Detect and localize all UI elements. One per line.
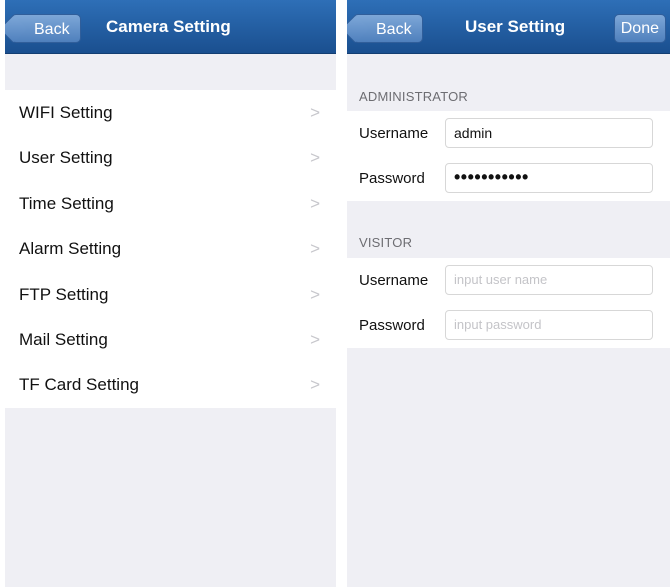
back-button-label: Back <box>376 21 412 38</box>
settings-list: WIFI Setting > User Setting > Time Setti… <box>5 90 336 408</box>
chevron-right-icon: > <box>310 103 320 122</box>
chevron-right-icon: > <box>310 329 320 349</box>
list-item-wifi-setting[interactable]: WIFI Setting > <box>5 90 336 135</box>
list-item-user-setting[interactable]: User Setting > <box>5 135 336 180</box>
page-title: User Setting <box>465 17 566 36</box>
admin-password-value: ••••••••••• <box>454 167 529 187</box>
chevron-right-icon: > <box>310 148 320 168</box>
list-item-time-setting[interactable]: Time Setting > <box>5 181 336 226</box>
administrator-form: Username admin Password ••••••••••• <box>347 111 670 201</box>
visitor-form: Username input user name Password input … <box>347 258 670 348</box>
visitor-username-placeholder: input user name <box>454 272 548 287</box>
back-button[interactable]: Back <box>353 14 423 43</box>
list-item-label: User Setting <box>19 148 113 168</box>
done-button[interactable]: Done <box>613 14 666 43</box>
visitor-password-placeholder: input password <box>454 317 542 332</box>
administrator-section-header: ADMINISTRATOR <box>359 89 469 104</box>
list-item-ftp-setting[interactable]: FTP Setting > <box>5 272 336 317</box>
visitor-username-row: Username input user name <box>347 258 670 303</box>
list-item-label: FTP Setting <box>19 284 109 304</box>
list-item-label: Time Setting <box>19 193 114 213</box>
navigation-bar: Back Camera Setting <box>5 0 336 54</box>
chevron-right-icon: > <box>310 193 320 213</box>
visitor-password-row: Password input password <box>347 303 670 348</box>
list-item-label: WIFI Setting <box>19 103 113 122</box>
list-item-label: TF Card Setting <box>19 375 139 395</box>
camera-setting-screen: Back Camera Setting WIFI Setting > User … <box>5 0 336 587</box>
chevron-right-icon: > <box>310 284 320 304</box>
list-item-label: Alarm Setting <box>19 239 122 259</box>
navigation-bar: Back User Setting Done <box>347 0 670 54</box>
user-setting-screen: Back User Setting Done ADMINISTRATOR Use… <box>347 0 670 587</box>
username-label: Username <box>359 272 429 289</box>
visitor-section-header: VISITOR <box>359 235 413 250</box>
back-button-label: Back <box>34 21 70 38</box>
list-item-mail-setting[interactable]: Mail Setting > <box>5 317 336 362</box>
list-item-label: Mail Setting <box>19 329 108 349</box>
chevron-right-icon: > <box>310 239 320 259</box>
list-item-tf-card-setting[interactable]: TF Card Setting > <box>5 362 336 407</box>
admin-username-field[interactable]: admin <box>445 118 653 148</box>
admin-password-row: Password ••••••••••• <box>347 156 670 201</box>
chevron-right-icon: > <box>310 375 320 395</box>
page-title: Camera Setting <box>106 17 231 36</box>
admin-password-field[interactable]: ••••••••••• <box>445 163 653 193</box>
list-item-alarm-setting[interactable]: Alarm Setting > <box>5 226 336 271</box>
back-button[interactable]: Back <box>11 14 81 43</box>
admin-username-value: admin <box>454 125 493 141</box>
visitor-password-field[interactable]: input password <box>445 310 653 340</box>
visitor-username-field[interactable]: input user name <box>445 265 653 295</box>
username-label: Username <box>359 125 429 142</box>
password-label: Password <box>359 317 425 334</box>
admin-username-row: Username admin <box>347 111 670 156</box>
password-label: Password <box>359 170 425 187</box>
